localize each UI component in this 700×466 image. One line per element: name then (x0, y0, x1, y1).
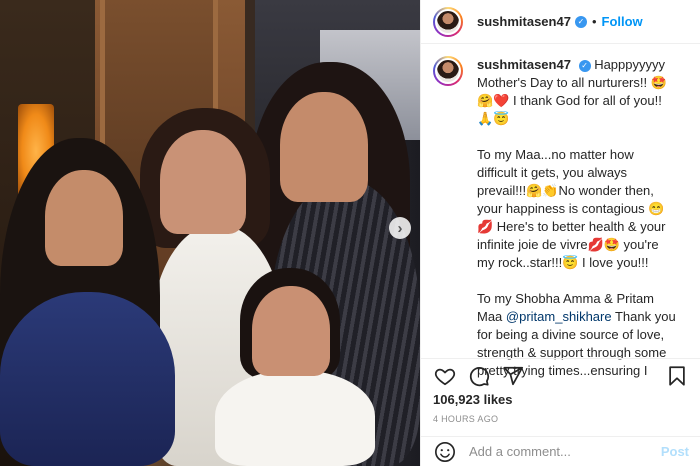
post-photo[interactable]: › (0, 0, 420, 466)
comment-input[interactable]: Add a comment... (469, 444, 661, 459)
person-3-face (280, 92, 368, 202)
heart-icon[interactable] (433, 364, 457, 388)
share-icon[interactable] (501, 364, 525, 388)
verified-badge-icon: ✓ (578, 59, 591, 72)
caption-paragraph-1: sushmitasen47 ✓ Happpyyyyy Mother's Day … (477, 56, 677, 128)
post-header: sushmitasen47 ✓ • Follow (421, 0, 700, 44)
header-username[interactable]: sushmitasen47 (477, 14, 571, 29)
person-4-face (252, 286, 330, 376)
separator-dot: • (591, 14, 597, 29)
person-1-face (45, 170, 123, 266)
next-photo-arrow-icon[interactable]: › (389, 217, 411, 239)
save-bookmark-icon[interactable] (665, 364, 689, 388)
person-2-face (160, 130, 246, 234)
avatar[interactable] (433, 6, 463, 37)
caption-text: sushmitasen47 ✓ Happpyyyyy Mother's Day … (477, 56, 677, 379)
person-1-body (0, 292, 175, 466)
comment-bar: Add a comment... Post (421, 436, 700, 466)
caption: sushmitasen47 ✓ Happpyyyyy Mother's Day … (421, 44, 700, 379)
caption-username[interactable]: sushmitasen47 (477, 57, 571, 72)
follow-button[interactable]: Follow (602, 14, 643, 29)
comment-icon[interactable] (467, 364, 491, 388)
post-timestamp[interactable]: 4 HOURS AGO (433, 414, 498, 424)
post-side-panel: sushmitasen47 ✓ • Follow sushmitasen47 ✓… (420, 0, 700, 466)
avatar-image (435, 58, 461, 84)
person-4-body (215, 370, 375, 466)
action-bar (421, 358, 700, 392)
post-comment-button[interactable]: Post (661, 444, 689, 459)
mention-link[interactable]: @pritam_shikhare (506, 309, 612, 324)
emoji-icon[interactable] (433, 440, 457, 464)
caption-paragraph-2: To my Maa...no matter how difficult it g… (477, 147, 666, 270)
likes-count[interactable]: 106,923 likes (433, 392, 513, 407)
caption-avatar[interactable] (433, 56, 463, 86)
verified-badge-icon: ✓ (574, 15, 587, 28)
avatar-image (435, 8, 461, 35)
